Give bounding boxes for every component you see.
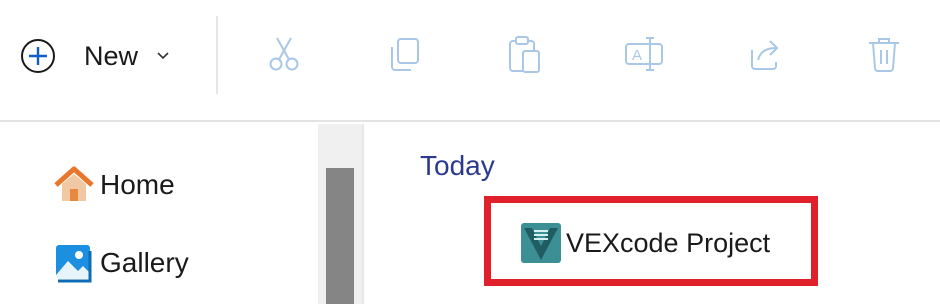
nav-item-gallery[interactable]: Gallery: [52, 240, 189, 286]
home-icon: [54, 166, 94, 201]
vexcode-file-icon: [521, 223, 561, 263]
nav-scrollbar-thumb[interactable]: [326, 168, 354, 304]
file-item-vexcode-project[interactable]: VEXcode Project: [520, 222, 770, 264]
command-bar: New A: [0, 0, 940, 122]
nav-item-label: Gallery: [100, 247, 189, 278]
chevron-down-icon: [157, 52, 169, 60]
navigation-pane: Home Gallery: [0, 124, 318, 304]
rename-button[interactable]: A: [620, 28, 668, 80]
nav-item-label: Home: [100, 169, 175, 200]
copy-button[interactable]: [380, 28, 428, 80]
new-button-label: New: [84, 40, 139, 71]
plus-circle-icon: [21, 39, 55, 73]
pane-divider[interactable]: [362, 124, 364, 304]
new-button[interactable]: New: [18, 30, 188, 82]
share-button[interactable]: [740, 28, 788, 80]
paste-button[interactable]: [500, 28, 548, 80]
file-name: VEXcode Project: [566, 227, 771, 258]
toolbar-separator: [216, 16, 218, 94]
delete-icon: [869, 38, 899, 72]
share-icon: [751, 40, 779, 70]
delete-button[interactable]: [860, 28, 908, 80]
copy-icon: [391, 38, 419, 71]
paste-icon: [509, 36, 540, 73]
cut-icon: [269, 37, 299, 71]
group-header-today[interactable]: Today: [420, 150, 495, 182]
cut-button[interactable]: [260, 28, 308, 80]
svg-text:A: A: [632, 47, 642, 64]
nav-item-home[interactable]: Home: [52, 162, 175, 208]
rename-icon: A: [625, 37, 663, 71]
gallery-icon: [56, 245, 92, 283]
